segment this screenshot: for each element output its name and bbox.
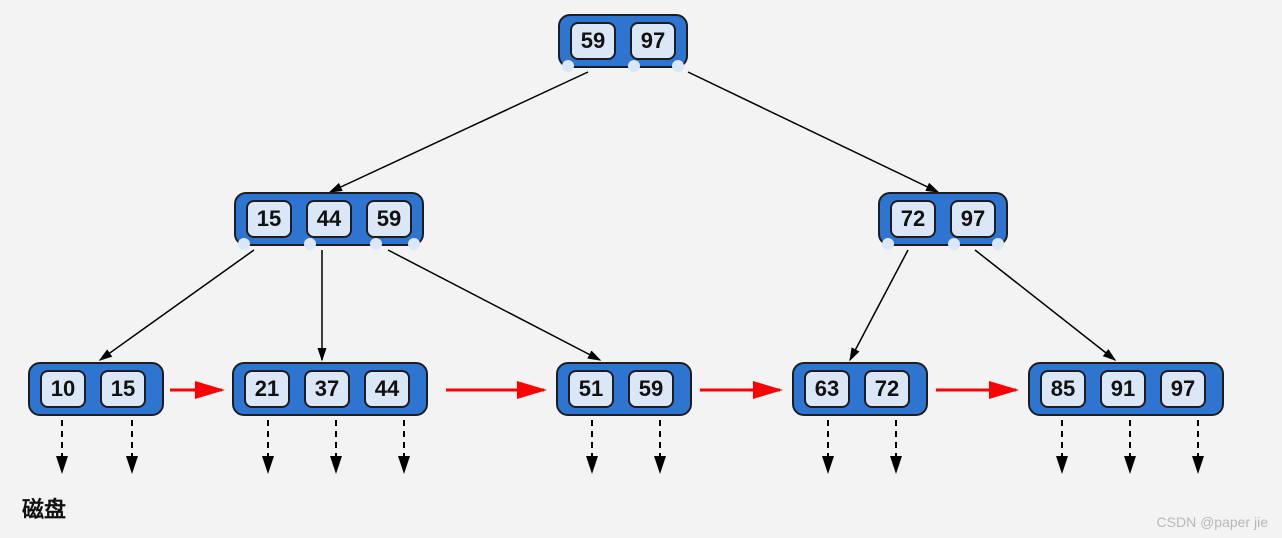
node-key: 44 [364, 370, 410, 408]
tree-edge [975, 250, 1115, 360]
node-key: 97 [950, 200, 996, 238]
node-key: 44 [306, 200, 352, 238]
node-key: 97 [630, 22, 676, 60]
child-pointer-dot [882, 238, 894, 250]
node-key: 21 [244, 370, 290, 408]
internal-node-right: 72 97 [878, 192, 1008, 246]
node-key: 51 [568, 370, 614, 408]
child-pointer-dot [370, 238, 382, 250]
watermark: CSDN @paper jie [1157, 514, 1268, 530]
node-key: 72 [864, 370, 910, 408]
leaf-node: 10 15 [28, 362, 164, 416]
node-key: 85 [1040, 370, 1086, 408]
node-key: 15 [100, 370, 146, 408]
node-key: 10 [40, 370, 86, 408]
tree-edge [330, 72, 588, 192]
internal-node-left: 15 44 59 [234, 192, 424, 246]
node-key: 97 [1160, 370, 1206, 408]
tree-edge [100, 250, 254, 360]
leaf-node: 51 59 [556, 362, 692, 416]
tree-edge [850, 250, 908, 360]
child-pointer-dot [672, 60, 684, 72]
node-key: 59 [628, 370, 674, 408]
node-key: 59 [366, 200, 412, 238]
node-key: 15 [246, 200, 292, 238]
tree-edge [688, 72, 938, 192]
child-pointer-dot [948, 238, 960, 250]
leaf-node: 85 91 97 [1028, 362, 1224, 416]
node-key: 63 [804, 370, 850, 408]
node-key: 59 [570, 22, 616, 60]
leaf-node: 21 37 44 [232, 362, 428, 416]
child-pointer-dot [562, 60, 574, 72]
node-key: 91 [1100, 370, 1146, 408]
tree-edge [388, 250, 600, 360]
edge-layer [0, 0, 1282, 538]
node-key: 37 [304, 370, 350, 408]
root-node: 59 97 [558, 14, 688, 68]
child-pointer-dot [628, 60, 640, 72]
child-pointer-dot [238, 238, 250, 250]
child-pointer-dot [408, 238, 420, 250]
child-pointer-dot [992, 238, 1004, 250]
leaf-node: 63 72 [792, 362, 928, 416]
disk-label: 磁盘 [22, 492, 66, 524]
child-pointer-dot [304, 238, 316, 250]
node-key: 72 [890, 200, 936, 238]
